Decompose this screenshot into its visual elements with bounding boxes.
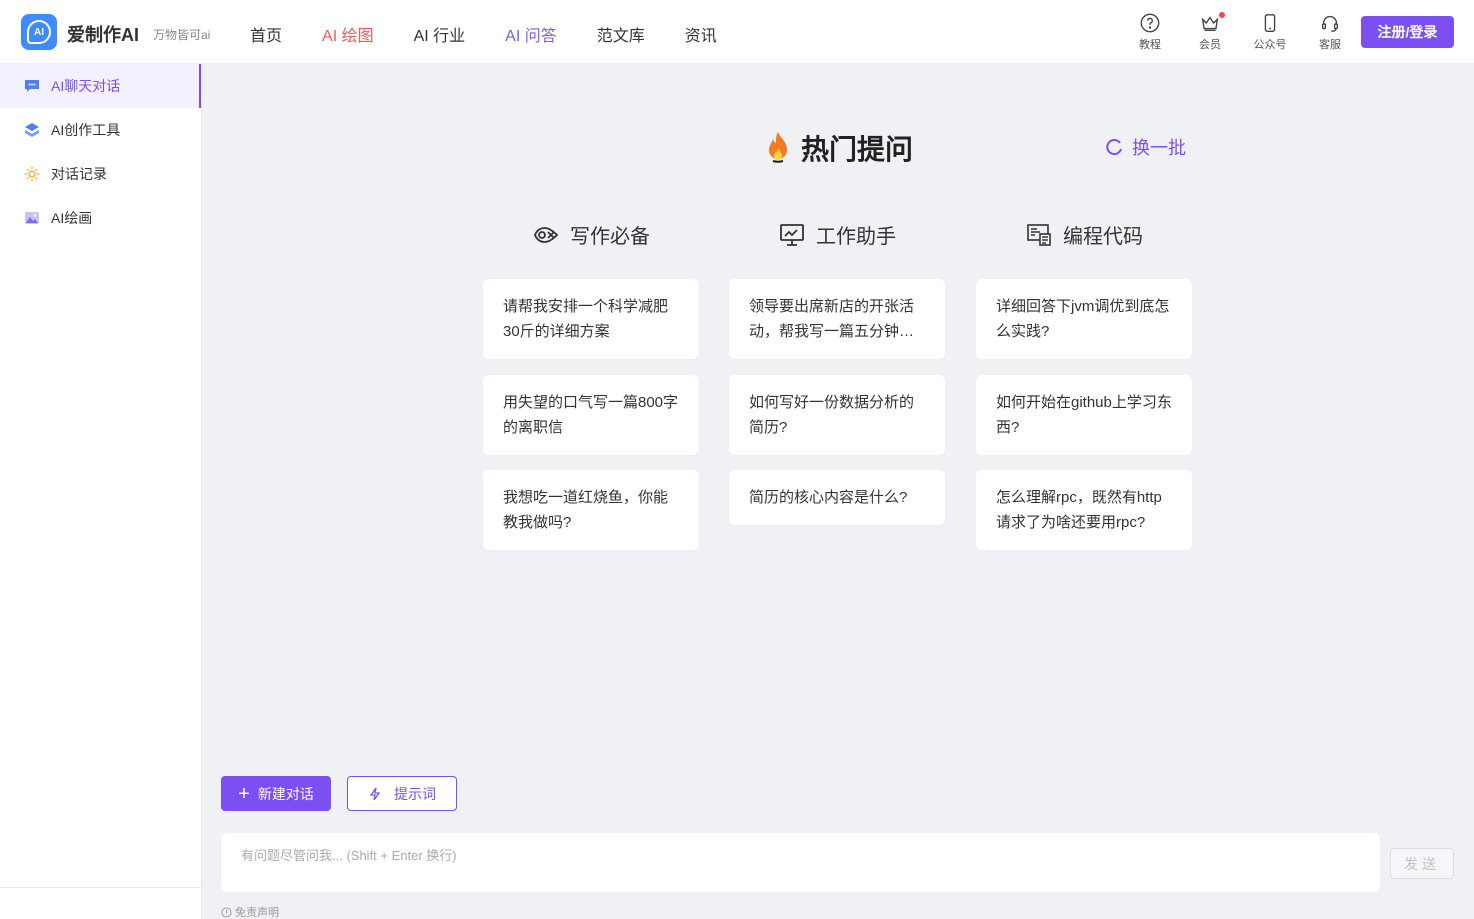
- column-title: 写作必备: [570, 226, 650, 248]
- membership-button[interactable]: 会员: [1180, 12, 1240, 52]
- nav-ai-qa[interactable]: AI 问答: [505, 22, 557, 46]
- lightning-icon: [369, 787, 381, 800]
- fire-icon: [769, 132, 787, 163]
- official-account-button[interactable]: 公众号: [1240, 12, 1300, 52]
- disclaimer-link[interactable]: 免责声明: [221, 904, 279, 919]
- sidebar-divider: [0, 887, 201, 888]
- question-card[interactable]: 如何开始在github上学习东西?: [976, 375, 1192, 455]
- new-chat-button[interactable]: + 新建对话: [221, 776, 331, 811]
- sidebar: AI聊天对话 AI创作工具 对话记录 AI绘画: [0, 64, 202, 919]
- notification-dot: [1219, 12, 1225, 18]
- nav-ai-industry[interactable]: AI 行业: [414, 22, 466, 46]
- column-work: 工作助手: [778, 220, 896, 249]
- tutorial-button[interactable]: 教程: [1120, 12, 1180, 52]
- customer-service-button[interactable]: 客服: [1300, 12, 1360, 52]
- official-account-label: 公众号: [1253, 39, 1287, 51]
- top-header: AI 爱制作AI 万物皆可ai 首页 AI 绘图 AI 行业 AI 问答 范文库…: [0, 0, 1474, 64]
- sidebar-item-ai-painting[interactable]: AI绘画: [0, 196, 201, 240]
- login-register-button[interactable]: 注册/登录: [1361, 16, 1454, 48]
- question-card[interactable]: 领导要出席新店的开张活动，帮我写一篇五分钟的致辞: [729, 279, 945, 359]
- column-writing: 写作必备: [532, 220, 650, 249]
- send-button[interactable]: 发送: [1390, 848, 1454, 879]
- chat-input[interactable]: [221, 833, 1380, 892]
- question-card[interactable]: 请帮我安排一个科学减肥30斤的详细方案: [483, 279, 699, 359]
- refresh-button[interactable]: 换一批: [1104, 134, 1186, 160]
- question-text: 详细回答下jvm调优到底怎么实践?: [996, 298, 1170, 340]
- question-card[interactable]: 我想吃一道红烧鱼，你能教我做吗?: [483, 470, 699, 550]
- question-text: 如何写好一份数据分析的简历?: [749, 394, 915, 436]
- question-card[interactable]: 简历的核心内容是什么?: [729, 470, 945, 525]
- tutorial-label: 教程: [1139, 39, 1161, 51]
- plus-icon: +: [238, 782, 250, 805]
- disclaimer-label: 免责声明: [235, 907, 279, 919]
- hot-title-text: 热门提问: [801, 134, 914, 165]
- question-card[interactable]: 如何写好一份数据分析的简历?: [729, 375, 945, 455]
- crown-icon: [1201, 16, 1219, 32]
- chat-icon: [25, 80, 39, 92]
- info-icon: [221, 906, 232, 918]
- question-text: 怎么理解rpc，既然有http请求了为啥还要用rpc?: [996, 489, 1162, 531]
- refresh-icon: [1106, 139, 1122, 156]
- column-title: 编程代码: [1063, 226, 1143, 248]
- monitor-icon: [780, 223, 804, 246]
- headset-icon: [1321, 15, 1339, 32]
- writing-icon: [534, 226, 559, 243]
- phone-icon: [1264, 14, 1276, 32]
- nav-templates[interactable]: 范文库: [597, 22, 645, 46]
- layers-icon: [25, 123, 39, 137]
- question-text: 领导要出席新店的开张活动，帮我写一篇五分钟的致辞: [749, 298, 915, 340]
- question-text: 请帮我安排一个科学减肥30斤的详细方案: [503, 298, 669, 340]
- question-card[interactable]: 详细回答下jvm调优到底怎么实践?: [976, 279, 1192, 359]
- sidebar-item-label: 对话记录: [51, 166, 107, 182]
- logo-text: AI: [27, 20, 51, 44]
- question-card[interactable]: 怎么理解rpc，既然有http请求了为啥还要用rpc?: [976, 470, 1192, 550]
- sidebar-item-history[interactable]: 对话记录: [0, 152, 201, 196]
- hot-questions-title: 热门提问: [763, 128, 913, 168]
- question-text: 简历的核心内容是什么?: [749, 489, 908, 506]
- sun-icon: [25, 167, 39, 181]
- membership-label: 会员: [1199, 39, 1221, 51]
- refresh-label: 换一批: [1132, 138, 1186, 158]
- question-text: 如何开始在github上学习东西?: [996, 394, 1172, 436]
- column-title: 工作助手: [816, 226, 896, 248]
- code-icon: [1027, 223, 1051, 246]
- question-card[interactable]: 用失望的口气写一篇800字的离职信: [483, 375, 699, 455]
- sidebar-item-ai-chat[interactable]: AI聊天对话: [0, 64, 201, 108]
- sidebar-item-label: AI聊天对话: [51, 78, 121, 94]
- header-tools: 教程 会员 公众号 客服: [1120, 12, 1360, 52]
- prompt-button[interactable]: 提示词: [347, 776, 457, 811]
- nav-home[interactable]: 首页: [250, 22, 282, 46]
- help-circle-icon: [1140, 13, 1160, 33]
- sidebar-item-label: AI创作工具: [51, 122, 121, 138]
- logo-icon[interactable]: AI: [21, 14, 57, 50]
- new-chat-label: 新建对话: [257, 785, 314, 802]
- prompt-label: 提示词: [394, 785, 436, 802]
- nav-news[interactable]: 资讯: [685, 22, 717, 46]
- column-code: 编程代码: [1025, 220, 1143, 249]
- brand-name[interactable]: 爱制作AI: [67, 21, 139, 47]
- question-text: 我想吃一道红烧鱼，你能教我做吗?: [503, 489, 669, 531]
- image-icon: [25, 212, 39, 224]
- brand-slogan: 万物皆可ai: [153, 28, 211, 42]
- main-nav: 首页 AI 绘图 AI 行业 AI 问答 范文库 资讯: [250, 22, 757, 46]
- question-text: 用失望的口气写一篇800字的离职信: [503, 394, 679, 436]
- nav-ai-drawing[interactable]: AI 绘图: [322, 22, 374, 46]
- customer-service-label: 客服: [1319, 39, 1341, 51]
- sidebar-item-label: AI绘画: [51, 210, 93, 226]
- sidebar-item-ai-tools[interactable]: AI创作工具: [0, 108, 201, 152]
